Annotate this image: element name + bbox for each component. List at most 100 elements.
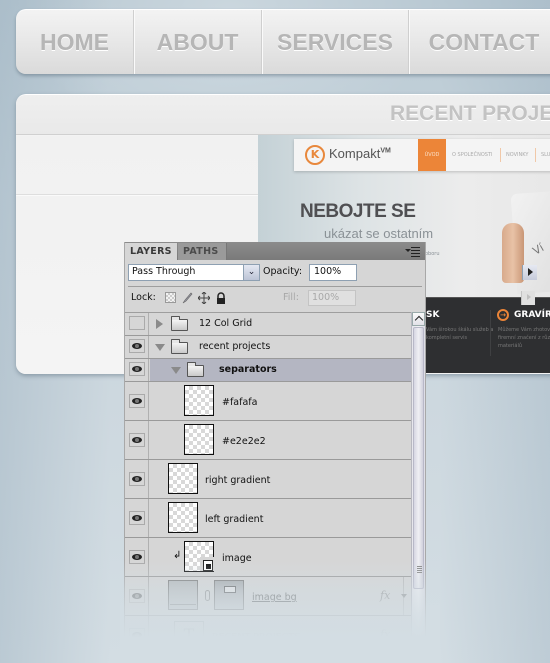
eye-icon[interactable] — [129, 550, 145, 564]
layer-row[interactable]: ↲ image — [125, 538, 411, 577]
nav-item-contact[interactable]: CONTACT — [409, 10, 550, 74]
layer-name: image bg — [252, 592, 297, 603]
chevron-down-icon[interactable]: ⌄ — [243, 265, 259, 280]
eye-icon[interactable] — [129, 362, 145, 376]
lock-image-pixels-icon[interactable] — [181, 292, 193, 304]
tab-paths[interactable]: PATHS — [178, 243, 227, 260]
layer-name: image — [222, 553, 252, 564]
opacity-slider-button[interactable] — [522, 265, 537, 280]
eye-icon[interactable] — [129, 589, 145, 603]
visibility-cell[interactable] — [125, 577, 149, 615]
layer-thumbnail — [168, 580, 198, 610]
lock-all-icon[interactable] — [215, 292, 226, 304]
lock-label: Lock: — [131, 292, 156, 303]
layer-row-body[interactable]: 12 Col Grid — [150, 313, 411, 335]
visibility-cell[interactable] — [125, 359, 149, 381]
preview-small-text: oboru — [425, 251, 440, 257]
layer-row-selected[interactable]: separators — [125, 359, 411, 382]
eye-icon[interactable] — [129, 433, 145, 447]
lock-transparency-icon[interactable] — [165, 292, 176, 303]
eye-icon[interactable] — [129, 511, 145, 525]
layer-row[interactable]: #fafafa — [125, 382, 411, 421]
layer-row-body[interactable]: T RECENT PROJECTS fx — [150, 616, 411, 656]
eye-icon[interactable] — [129, 339, 145, 353]
layer-mask-thumbnail[interactable] — [214, 580, 244, 610]
visibility-toggle-empty[interactable] — [129, 316, 145, 330]
folder-icon — [187, 362, 204, 377]
layer-row[interactable]: right gradient — [125, 460, 411, 499]
eye-icon[interactable] — [129, 628, 145, 642]
eye-icon[interactable] — [129, 394, 145, 408]
panel-menu-icon[interactable] — [405, 245, 421, 257]
layer-name: separators — [219, 364, 277, 375]
blend-mode-value: Pass Through — [132, 266, 196, 277]
layer-row[interactable]: image bg fx — [125, 577, 411, 616]
blend-mode-select[interactable]: Pass Through ⌄ — [128, 264, 260, 281]
fill-input[interactable]: 100% — [308, 290, 535, 306]
layer-row[interactable]: recent projects — [125, 336, 411, 359]
layer-thumbnail — [184, 385, 214, 416]
divider — [128, 286, 422, 287]
eye-icon[interactable] — [129, 472, 145, 486]
top-navigation: HOME ABOUT SERVICES CONTACT — [16, 9, 550, 74]
layer-thumbnail — [168, 502, 198, 533]
separator — [16, 194, 258, 195]
expand-effects-icon[interactable] — [401, 594, 407, 598]
layer-row-body[interactable]: image bg fx — [150, 577, 411, 615]
clipping-mask-icon: ↲ — [173, 550, 182, 561]
disclosure-down-icon[interactable] — [155, 344, 165, 351]
hand-image — [502, 223, 524, 283]
visibility-cell[interactable] — [125, 313, 149, 335]
layer-name: recent projects — [199, 341, 271, 352]
visibility-cell[interactable] — [125, 499, 149, 537]
tab-layers[interactable]: LAYERS — [125, 243, 177, 260]
lock-position-icon[interactable] — [197, 291, 211, 305]
preview-nav-separator — [535, 148, 536, 162]
layers-list: 12 Col Grid recent projects separators #… — [125, 312, 411, 663]
disclosure-down-icon[interactable] — [171, 367, 181, 374]
layer-row[interactable]: #e2e2e2 — [125, 421, 411, 460]
visibility-cell[interactable] — [125, 421, 149, 459]
fill-slider-button[interactable] — [521, 291, 535, 305]
layer-row-body[interactable]: ↲ image — [150, 538, 411, 576]
visibility-cell[interactable] — [125, 336, 149, 358]
visibility-cell[interactable] — [125, 538, 149, 576]
layers-panel: LAYERS PATHS Pass Through ⌄ Opacity: 100… — [124, 242, 537, 663]
preview-headline: NEBOJTE SE — [300, 201, 416, 222]
layer-thumbnail — [184, 424, 214, 455]
nav-item-services[interactable]: SERVICES — [262, 10, 409, 74]
scroll-up-button[interactable] — [412, 312, 425, 326]
layer-row-body[interactable]: #e2e2e2 — [150, 421, 411, 459]
visibility-cell[interactable] — [125, 460, 149, 498]
folder-icon — [171, 339, 188, 354]
link-icon[interactable] — [205, 590, 210, 601]
preview-col2-title: GRAVÍROV — [514, 310, 550, 320]
preview-nav-active: ÚVOD — [418, 139, 446, 171]
layer-row[interactable]: left gradient — [125, 499, 411, 538]
layer-row-body[interactable]: left gradient — [150, 499, 411, 537]
preview-header-bar: K KompaktVM ÚVOD O SPOLEČNOSTI NOVINKY S… — [294, 139, 550, 171]
disclosure-right-icon[interactable] — [156, 319, 163, 329]
layers-scrollbar[interactable] — [411, 312, 425, 663]
panel-title: RECENT PROJECTS — [390, 102, 550, 125]
smart-object-icon — [203, 560, 213, 571]
layer-row-body[interactable]: #fafafa — [150, 382, 411, 420]
preview-nav-item: O SPOLEČNOSTI — [452, 152, 493, 158]
nav-item-about[interactable]: ABOUT — [134, 10, 262, 74]
preview-col2-text: Můžeme Vám zhotovit firemní značení z rů… — [498, 327, 550, 349]
preview-col1-text: Vám širokou škálu služeb a kompletní ser… — [426, 327, 494, 341]
layer-row-body[interactable]: separators — [150, 359, 411, 381]
layer-row[interactable]: T RECENT PROJECTS fx — [125, 616, 411, 656]
opacity-input[interactable]: 100% — [309, 264, 537, 281]
fx-icon[interactable]: fx — [380, 589, 390, 602]
nav-item-home[interactable]: HOME — [16, 10, 134, 74]
scrollbar-thumb[interactable] — [413, 327, 424, 589]
visibility-cell[interactable] — [125, 616, 149, 656]
fx-icon[interactable]: fx — [380, 628, 390, 641]
folder-icon — [171, 316, 188, 331]
visibility-cell[interactable] — [125, 382, 149, 420]
layer-row-body[interactable]: right gradient — [150, 460, 411, 498]
layer-row-body[interactable]: recent projects — [150, 336, 411, 358]
layer-row[interactable]: 12 Col Grid — [125, 313, 411, 336]
panel-tab-bar: LAYERS PATHS — [125, 242, 425, 260]
